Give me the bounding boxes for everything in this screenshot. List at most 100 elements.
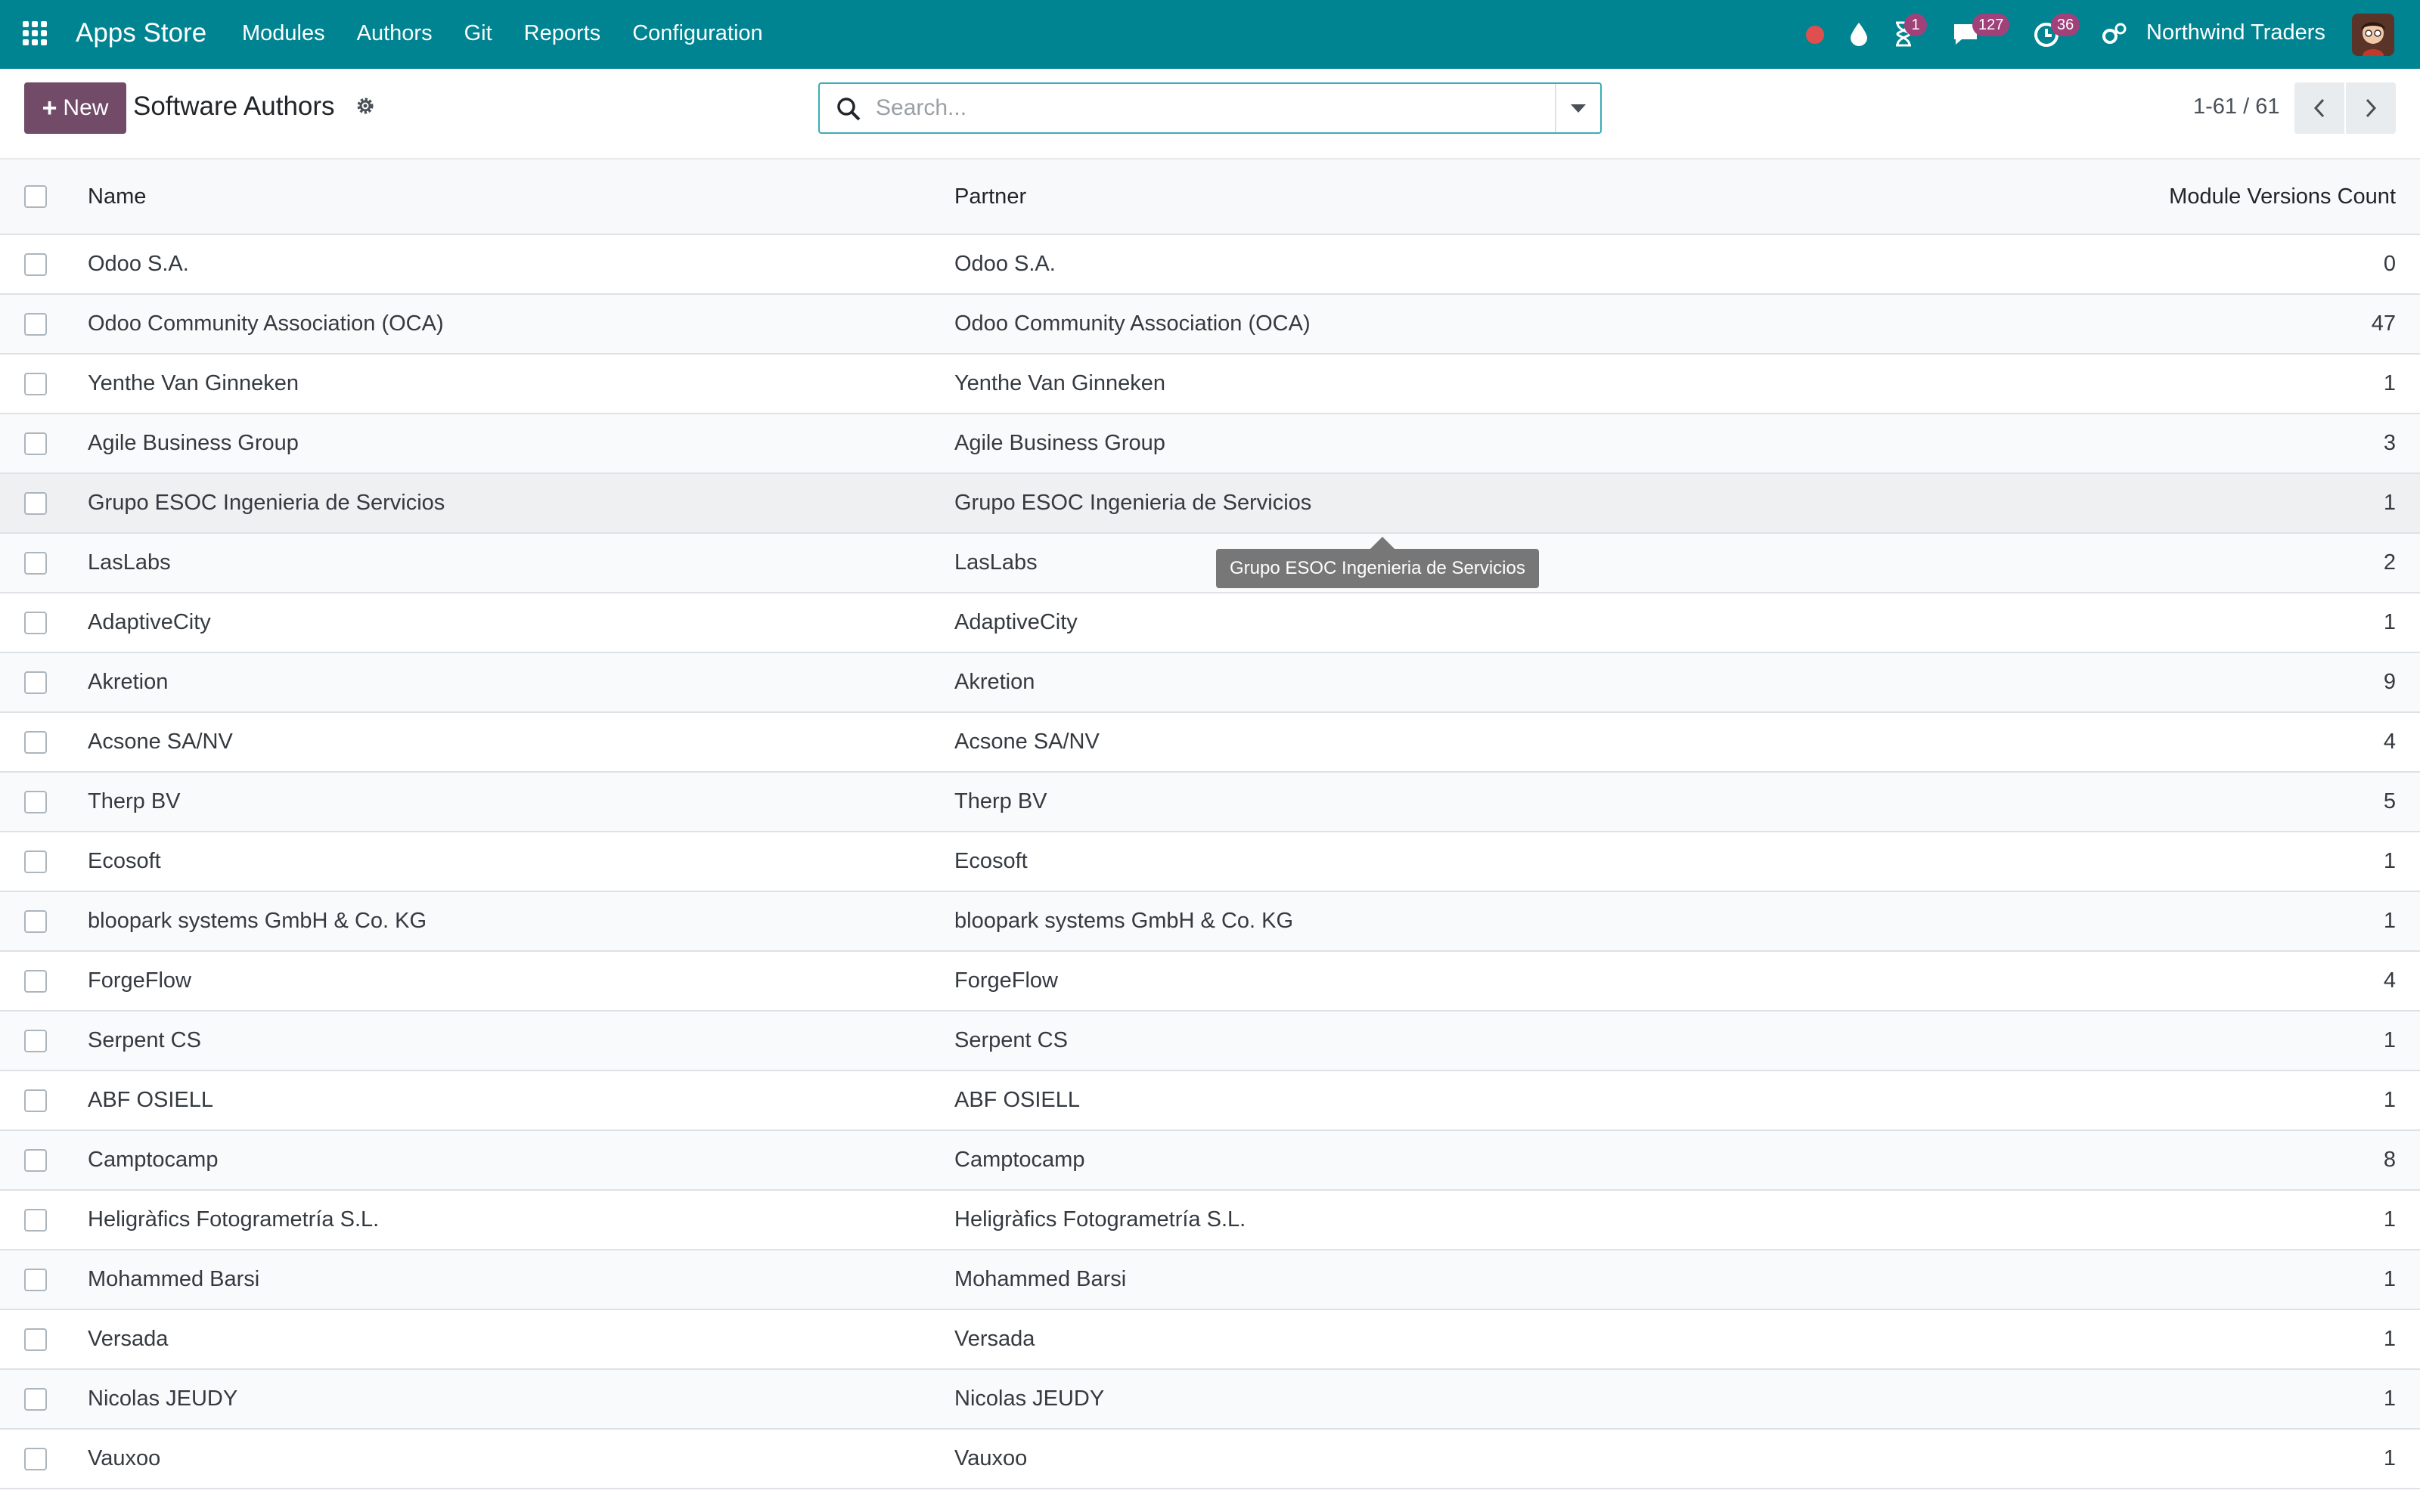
table-row[interactable]: Mohammed Barsi Mohammed Barsi 1: [0, 1250, 2420, 1310]
partner-name[interactable]: Therp BV: [954, 773, 1047, 831]
author-name: Akretion: [88, 670, 169, 694]
table-row[interactable]: ForgeFlow ForgeFlow 4: [0, 952, 2420, 1012]
settings-gears-icon[interactable]: [2101, 21, 2128, 47]
row-checkbox[interactable]: [24, 790, 47, 813]
gear-icon[interactable]: [354, 94, 377, 117]
partner-name[interactable]: Mohammed Barsi: [954, 1250, 1126, 1309]
pager-previous-button[interactable]: [2294, 82, 2344, 134]
partner-name[interactable]: ABF OSIELL: [954, 1071, 1080, 1129]
module-versions-count: 1: [2383, 1446, 2396, 1470]
menu-item-git[interactable]: Git: [464, 21, 492, 46]
table-row[interactable]: Serpent CS Serpent CS 1: [0, 1012, 2420, 1071]
table-row[interactable]: Heligràfics Fotogrametría S.L. Heligràfic…: [0, 1191, 2420, 1250]
row-checkbox[interactable]: [24, 551, 47, 575]
row-checkbox[interactable]: [24, 671, 47, 694]
row-checkbox[interactable]: [24, 969, 47, 993]
user-avatar[interactable]: [2352, 14, 2394, 56]
table-row[interactable]: Grupo ESOC Ingenieria de Servicios Grupo …: [0, 474, 2420, 534]
row-checkbox[interactable]: [24, 432, 47, 455]
table-row[interactable]: Vauxoo Vauxoo 1: [0, 1430, 2420, 1489]
module-versions-count: 47: [2371, 311, 2396, 336]
row-checkbox[interactable]: [24, 1208, 47, 1232]
table-row[interactable]: Yenthe Van Ginneken Yenthe Van Ginneken 1: [0, 355, 2420, 414]
partner-name[interactable]: LasLabs: [954, 534, 1038, 592]
table-row[interactable]: Agile Business Group Agile Business Group…: [0, 414, 2420, 474]
chevron-right-icon: [2366, 98, 2377, 118]
row-checkbox[interactable]: [24, 312, 47, 336]
row-checkbox[interactable]: [24, 1328, 47, 1351]
row-checkbox[interactable]: [24, 730, 47, 754]
drop-icon[interactable]: [1848, 21, 1869, 47]
row-checkbox[interactable]: [24, 611, 47, 634]
search-options-toggle[interactable]: [1555, 84, 1600, 132]
row-checkbox[interactable]: [24, 1268, 47, 1291]
partner-name[interactable]: Odoo S.A.: [954, 235, 1056, 293]
partner-name[interactable]: Akretion: [954, 653, 1035, 711]
table-row[interactable]: Acsone SA/NV Acsone SA/NV 4: [0, 713, 2420, 773]
partner-name[interactable]: Agile Business Group: [954, 414, 1165, 472]
row-checkbox[interactable]: [24, 372, 47, 395]
partner-tooltip: Grupo ESOC Ingenieria de Servicios: [1216, 549, 1539, 588]
new-button[interactable]: + New: [24, 82, 126, 134]
row-checkbox[interactable]: [24, 1387, 47, 1411]
partner-name[interactable]: Serpent CS: [954, 1012, 1068, 1070]
search-bar: [818, 82, 1602, 134]
table-row[interactable]: Akretion Akretion 9: [0, 653, 2420, 713]
author-name: Ecosoft: [88, 849, 161, 873]
partner-name[interactable]: AdaptiveCity: [954, 593, 1078, 652]
table-row[interactable]: Odoo S.A. Odoo S.A. 0: [0, 235, 2420, 295]
column-header-name[interactable]: Name: [88, 160, 146, 234]
column-header-count[interactable]: Module Versions Count: [2169, 160, 2396, 234]
module-versions-count: 4: [2383, 730, 2396, 754]
clock-badge: 36: [2051, 14, 2080, 36]
table-row[interactable]: Ecosoft Ecosoft 1: [0, 832, 2420, 892]
table-row[interactable]: ABF OSIELL ABF OSIELL 1: [0, 1071, 2420, 1131]
row-checkbox[interactable]: [24, 1447, 47, 1470]
partner-name[interactable]: Versada: [954, 1310, 1035, 1368]
menu-item-configuration[interactable]: Configuration: [632, 21, 763, 46]
pager-value[interactable]: 1-61 / 61: [2193, 94, 2279, 119]
partner-name[interactable]: Yenthe Van Ginneken: [954, 355, 1165, 413]
table-row[interactable]: LasLabs LasLabs 2: [0, 534, 2420, 593]
pager-next-button[interactable]: [2346, 82, 2396, 134]
row-checkbox[interactable]: [24, 491, 47, 515]
table-row[interactable]: AdaptiveCity AdaptiveCity 1: [0, 593, 2420, 653]
partner-name[interactable]: Nicolas JEUDY: [954, 1370, 1104, 1428]
list-header: Name Partner Module Versions Count: [0, 160, 2420, 235]
module-versions-count: 1: [2383, 1088, 2396, 1112]
app-title[interactable]: Apps Store: [76, 18, 206, 48]
table-row[interactable]: Therp BV Therp BV 5: [0, 773, 2420, 832]
search-input[interactable]: [876, 91, 1541, 125]
select-all-checkbox[interactable]: [24, 185, 47, 208]
messages-badge: 127: [1972, 14, 2010, 36]
row-checkbox[interactable]: [24, 1029, 47, 1052]
module-versions-count: 1: [2383, 1028, 2396, 1052]
table-row[interactable]: Camptocamp Camptocamp 8: [0, 1131, 2420, 1191]
menu-item-authors[interactable]: Authors: [357, 21, 433, 46]
partner-name[interactable]: Vauxoo: [954, 1430, 1027, 1488]
table-row[interactable]: Versada Versada 1: [0, 1310, 2420, 1370]
table-row[interactable]: bloopark systems GmbH & Co. KG bloopark s…: [0, 892, 2420, 952]
partner-name[interactable]: Heligràfics Fotogrametría S.L.: [954, 1191, 1246, 1249]
partner-name[interactable]: ForgeFlow: [954, 952, 1058, 1010]
partner-name[interactable]: Acsone SA/NV: [954, 713, 1100, 771]
apps-menu-icon[interactable]: [23, 21, 47, 45]
column-header-partner[interactable]: Partner: [954, 160, 1026, 234]
table-row[interactable]: Odoo Community Association (OCA) Odoo Com…: [0, 295, 2420, 355]
row-checkbox[interactable]: [24, 1148, 47, 1172]
partner-name[interactable]: Ecosoft: [954, 832, 1028, 891]
partner-name[interactable]: bloopark systems GmbH & Co. KG: [954, 892, 1293, 950]
company-switcher[interactable]: Northwind Traders: [2146, 20, 2325, 45]
row-checkbox[interactable]: [24, 850, 47, 873]
row-checkbox[interactable]: [24, 909, 47, 933]
partner-name[interactable]: Camptocamp: [954, 1131, 1084, 1189]
row-checkbox[interactable]: [24, 1089, 47, 1112]
menu-item-reports[interactable]: Reports: [524, 21, 601, 46]
partner-name[interactable]: Grupo ESOC Ingenieria de Servicios: [954, 474, 1311, 532]
record-indicator-icon[interactable]: [1806, 26, 1824, 44]
module-versions-count: 0: [2383, 252, 2396, 276]
row-checkbox[interactable]: [24, 253, 47, 276]
menu-item-modules[interactable]: Modules: [242, 21, 325, 46]
table-row[interactable]: Nicolas JEUDY Nicolas JEUDY 1: [0, 1370, 2420, 1430]
partner-name[interactable]: Odoo Community Association (OCA): [954, 295, 1311, 353]
